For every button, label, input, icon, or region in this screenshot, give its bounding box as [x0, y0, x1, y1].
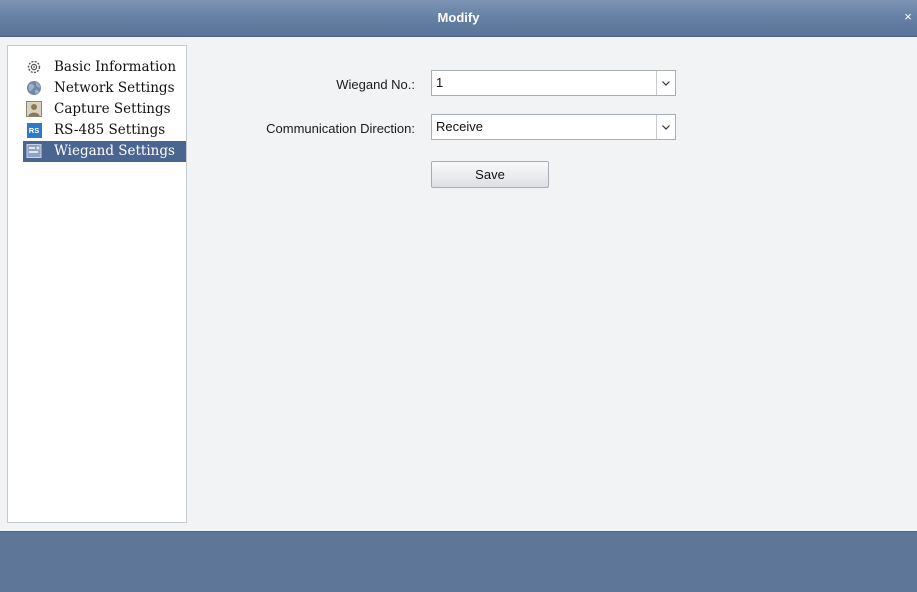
window-title: Modify	[437, 10, 480, 25]
capture-person-icon	[26, 101, 42, 117]
nav-item-capture-settings[interactable]: Capture Settings	[23, 99, 186, 120]
title-bar: Modify ×	[0, 0, 917, 37]
communication-direction-value: Receive	[436, 119, 483, 134]
dialog-content: Basic Information Network Settings Captu…	[0, 37, 917, 531]
dialog-footer-bar	[0, 531, 917, 592]
nav-item-rs485-settings[interactable]: RS RS-485 Settings	[23, 120, 186, 141]
save-button[interactable]: Save	[431, 161, 549, 188]
settings-nav-panel: Basic Information Network Settings Captu…	[7, 45, 187, 523]
nav-item-wiegand-settings[interactable]: Wiegand Settings	[23, 141, 186, 162]
gear-cluster-icon	[26, 59, 42, 75]
wiegand-no-select[interactable]: 1	[431, 70, 676, 96]
nav-item-label: RS-485 Settings	[54, 122, 166, 138]
nav-item-label: Network Settings	[54, 80, 175, 96]
rs-badge-icon: RS	[26, 122, 42, 138]
rs-badge-text: RS	[26, 122, 42, 138]
nav-item-label: Wiegand Settings	[54, 143, 175, 159]
nav-item-label: Basic Information	[54, 59, 177, 75]
chevron-down-icon[interactable]	[656, 115, 675, 139]
nav-item-network-settings[interactable]: Network Settings	[23, 78, 186, 99]
chevron-down-icon[interactable]	[656, 71, 675, 95]
wiegand-no-value: 1	[436, 75, 444, 90]
close-button[interactable]: ×	[901, 9, 915, 25]
wiegand-icon	[26, 143, 42, 159]
globe-icon	[26, 80, 42, 96]
communication-direction-label: Communication Direction:	[266, 121, 415, 136]
communication-direction-select[interactable]: Receive	[431, 114, 676, 140]
wiegand-no-label: Wiegand No.:	[336, 77, 415, 92]
nav-item-label: Capture Settings	[54, 101, 171, 117]
nav-item-basic-information[interactable]: Basic Information	[23, 57, 186, 78]
